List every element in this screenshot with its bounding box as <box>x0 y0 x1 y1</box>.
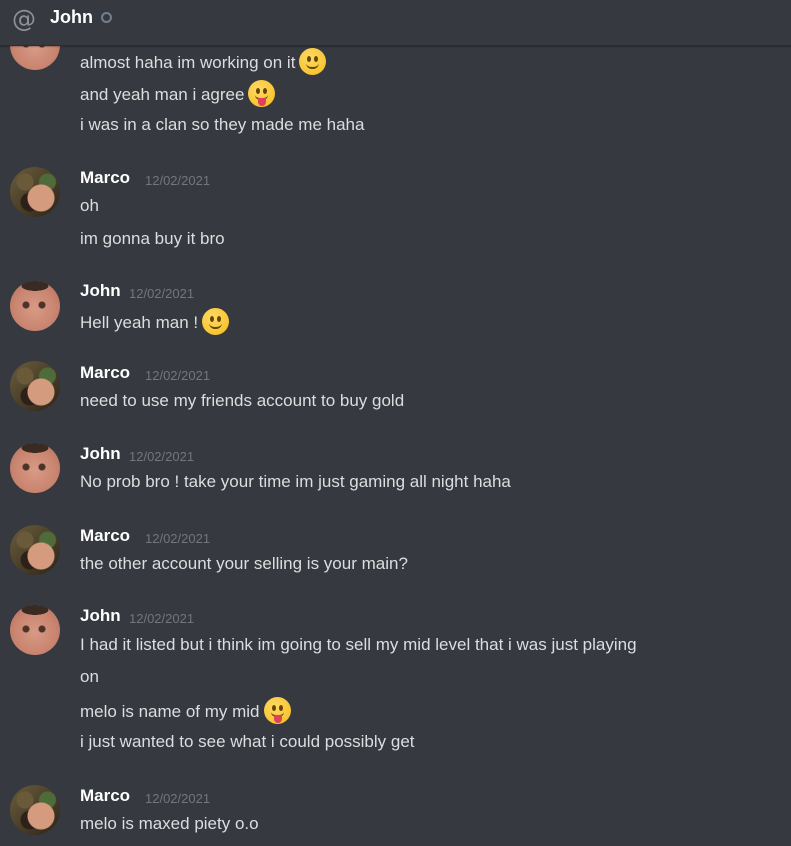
message-timestamp: 12/02/2021 <box>129 286 195 301</box>
avatar-john[interactable] <box>10 605 60 655</box>
message-timestamp: 12/02/2021 <box>129 449 195 464</box>
message-line: melo is name of my mid <box>80 697 291 726</box>
channel-title: John <box>50 7 93 27</box>
slightly-smiling-face-emoji <box>299 48 327 75</box>
message-line: need to use my friends account to buy go… <box>80 391 405 410</box>
message-line: Hell yeah man ! <box>80 308 230 337</box>
author-name[interactable]: John <box>80 443 121 465</box>
author-name[interactable]: John <box>80 280 121 302</box>
avatar-marco[interactable] <box>10 525 60 575</box>
author-name[interactable]: John <box>80 605 121 627</box>
author-name[interactable]: Marco <box>80 525 130 547</box>
avatar-marco[interactable] <box>10 167 60 217</box>
avatar-john[interactable] <box>10 281 60 331</box>
message-line: on <box>80 667 99 686</box>
avatar-john[interactable] <box>10 443 60 493</box>
message-line: the other account your selling is your m… <box>80 554 408 573</box>
message-timestamp: 12/02/2021 <box>145 173 211 188</box>
avatar-john[interactable] <box>10 46 60 70</box>
avatar-marco[interactable] <box>10 785 60 835</box>
message-line: oh <box>80 196 99 215</box>
message-line: almost haha im working on it <box>80 48 327 77</box>
message-line: i just wanted to see what i could possib… <box>80 732 415 751</box>
avatar-marco[interactable] <box>10 361 60 411</box>
message-line: melo is maxed piety o.o <box>80 814 259 833</box>
face-with-tongue-emoji <box>263 697 291 724</box>
message-line: i was in a clan so they made me haha <box>80 115 365 134</box>
author-name[interactable]: Marco <box>80 167 130 189</box>
channel-header: @ John <box>0 0 791 46</box>
offline-status-icon <box>101 12 112 23</box>
message-line: No prob bro ! take your time im just gam… <box>80 472 511 491</box>
message-line: im gonna buy it bro <box>80 229 225 248</box>
message-timestamp: 12/02/2021 <box>145 791 211 806</box>
message-timestamp: 12/02/2021 <box>145 368 211 383</box>
message-line: and yeah man i agree <box>80 80 276 109</box>
author-name[interactable]: Marco <box>80 785 130 807</box>
author-name[interactable]: Marco <box>80 362 130 384</box>
message-line: I had it listed but i think im going to … <box>80 635 637 654</box>
face-with-tongue-emoji <box>248 80 276 107</box>
message-timestamp: 12/02/2021 <box>145 531 211 546</box>
slightly-smiling-face-emoji <box>202 308 230 335</box>
message-timestamp: 12/02/2021 <box>129 611 195 626</box>
message-list[interactable]: almost haha im working on it and yeah ma… <box>0 46 791 846</box>
at-sign-icon: @ <box>12 5 36 33</box>
